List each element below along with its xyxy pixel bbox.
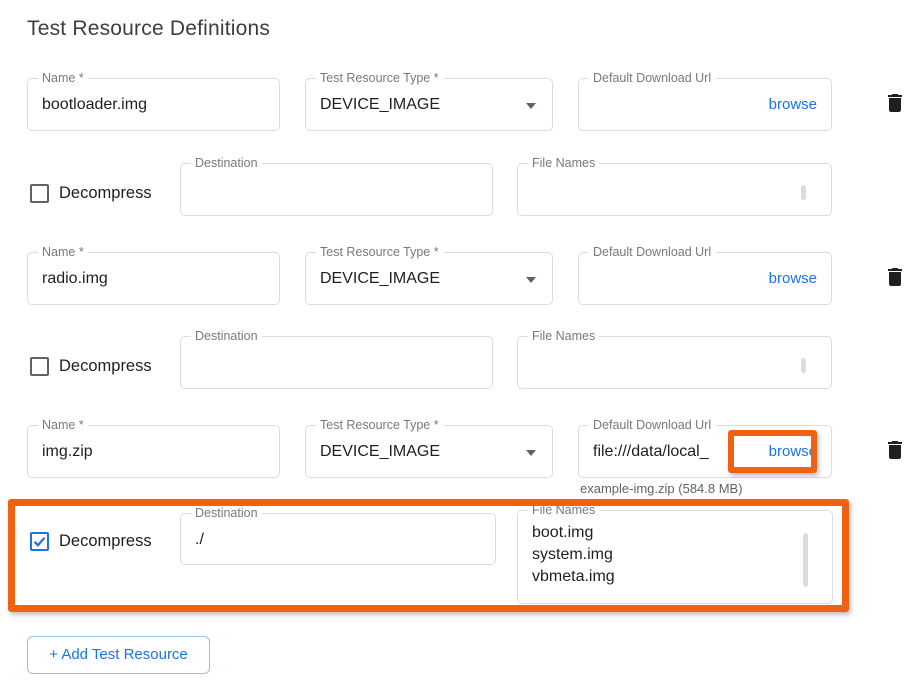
- destination-field[interactable]: Destination ./: [180, 513, 496, 565]
- name-field[interactable]: Name * img.zip: [27, 425, 280, 478]
- destination-field[interactable]: Destination: [180, 163, 493, 216]
- file-names-field-value: boot.img system.img vbmeta.img: [532, 522, 615, 588]
- chevron-down-icon: [526, 277, 536, 283]
- file-names-field-label: File Names: [528, 503, 599, 517]
- destination-field-label: Destination: [191, 506, 262, 520]
- delete-resource-button[interactable]: [882, 91, 908, 117]
- delete-resource-button[interactable]: [882, 438, 908, 464]
- name-field-value: img.zip: [42, 443, 93, 461]
- name-field[interactable]: Name * radio.img: [27, 252, 280, 305]
- default-download-url-field[interactable]: Default Download Url file:///data/local_…: [578, 425, 832, 478]
- name-field-value: bootloader.img: [42, 96, 147, 114]
- page-title: Test Resource Definitions: [27, 17, 270, 41]
- decompress-label: Decompress: [59, 532, 152, 551]
- scrollbar-thumb[interactable]: [803, 533, 808, 587]
- url-field-label: Default Download Url: [589, 245, 715, 259]
- url-field-label: Default Download Url: [589, 418, 715, 432]
- file-names-field[interactable]: File Names: [517, 163, 832, 216]
- decompress-label: Decompress: [59, 184, 152, 203]
- browse-link[interactable]: browse: [769, 96, 817, 113]
- name-field-label: Name *: [38, 245, 88, 259]
- test-resource-type-select[interactable]: Test Resource Type * DEVICE_IMAGE: [305, 425, 553, 478]
- test-resource-type-select[interactable]: Test Resource Type * DEVICE_IMAGE: [305, 78, 553, 131]
- default-download-url-field[interactable]: Default Download Url browse: [578, 252, 832, 305]
- type-field-value: DEVICE_IMAGE: [320, 443, 440, 461]
- browse-link[interactable]: browse: [769, 270, 817, 287]
- checkmark-icon: [32, 534, 47, 549]
- add-test-resource-button[interactable]: + Add Test Resource: [27, 636, 210, 674]
- destination-field-value: ./: [195, 531, 204, 549]
- type-field-value: DEVICE_IMAGE: [320, 270, 440, 288]
- file-names-field[interactable]: File Names boot.img system.img vbmeta.im…: [517, 510, 833, 604]
- browse-link[interactable]: browse: [769, 443, 817, 460]
- trash-icon: [883, 277, 907, 292]
- name-field[interactable]: Name * bootloader.img: [27, 78, 280, 131]
- resource-row: Name * img.zip Test Resource Type * DEVI…: [0, 425, 916, 478]
- trash-icon: [883, 103, 907, 118]
- resource-row: Name * radio.img Test Resource Type * DE…: [0, 252, 916, 305]
- chevron-down-icon: [526, 450, 536, 456]
- download-file-info: example-img.zip (584.8 MB): [580, 481, 743, 496]
- decompress-row: Decompress Destination ./ File Names boo…: [0, 510, 916, 604]
- file-names-field-label: File Names: [528, 156, 599, 170]
- decompress-row: Decompress Destination File Names: [0, 336, 916, 390]
- url-field-label: Default Download Url: [589, 71, 715, 85]
- type-field-label: Test Resource Type *: [316, 418, 443, 432]
- trash-icon: [883, 450, 907, 465]
- decompress-row: Decompress Destination File Names: [0, 163, 916, 217]
- default-download-url-field[interactable]: Default Download Url browse: [578, 78, 832, 131]
- type-field-value: DEVICE_IMAGE: [320, 96, 440, 114]
- scrollbar-thumb[interactable]: [801, 358, 806, 373]
- name-field-label: Name *: [38, 418, 88, 432]
- decompress-checkbox[interactable]: [30, 357, 49, 376]
- delete-resource-button[interactable]: [882, 265, 908, 291]
- name-field-label: Name *: [38, 71, 88, 85]
- url-field-value: file:///data/local_: [593, 443, 709, 461]
- resource-row: Name * bootloader.img Test Resource Type…: [0, 78, 916, 131]
- decompress-label: Decompress: [59, 357, 152, 376]
- scrollbar-thumb[interactable]: [801, 185, 806, 200]
- chevron-down-icon: [526, 103, 536, 109]
- type-field-label: Test Resource Type *: [316, 245, 443, 259]
- file-names-field[interactable]: File Names: [517, 336, 832, 389]
- destination-field[interactable]: Destination: [180, 336, 493, 389]
- decompress-checkbox[interactable]: [30, 532, 49, 551]
- destination-field-label: Destination: [191, 156, 262, 170]
- test-resource-type-select[interactable]: Test Resource Type * DEVICE_IMAGE: [305, 252, 553, 305]
- decompress-checkbox[interactable]: [30, 184, 49, 203]
- type-field-label: Test Resource Type *: [316, 71, 443, 85]
- file-names-field-label: File Names: [528, 329, 599, 343]
- name-field-value: radio.img: [42, 270, 108, 288]
- destination-field-label: Destination: [191, 329, 262, 343]
